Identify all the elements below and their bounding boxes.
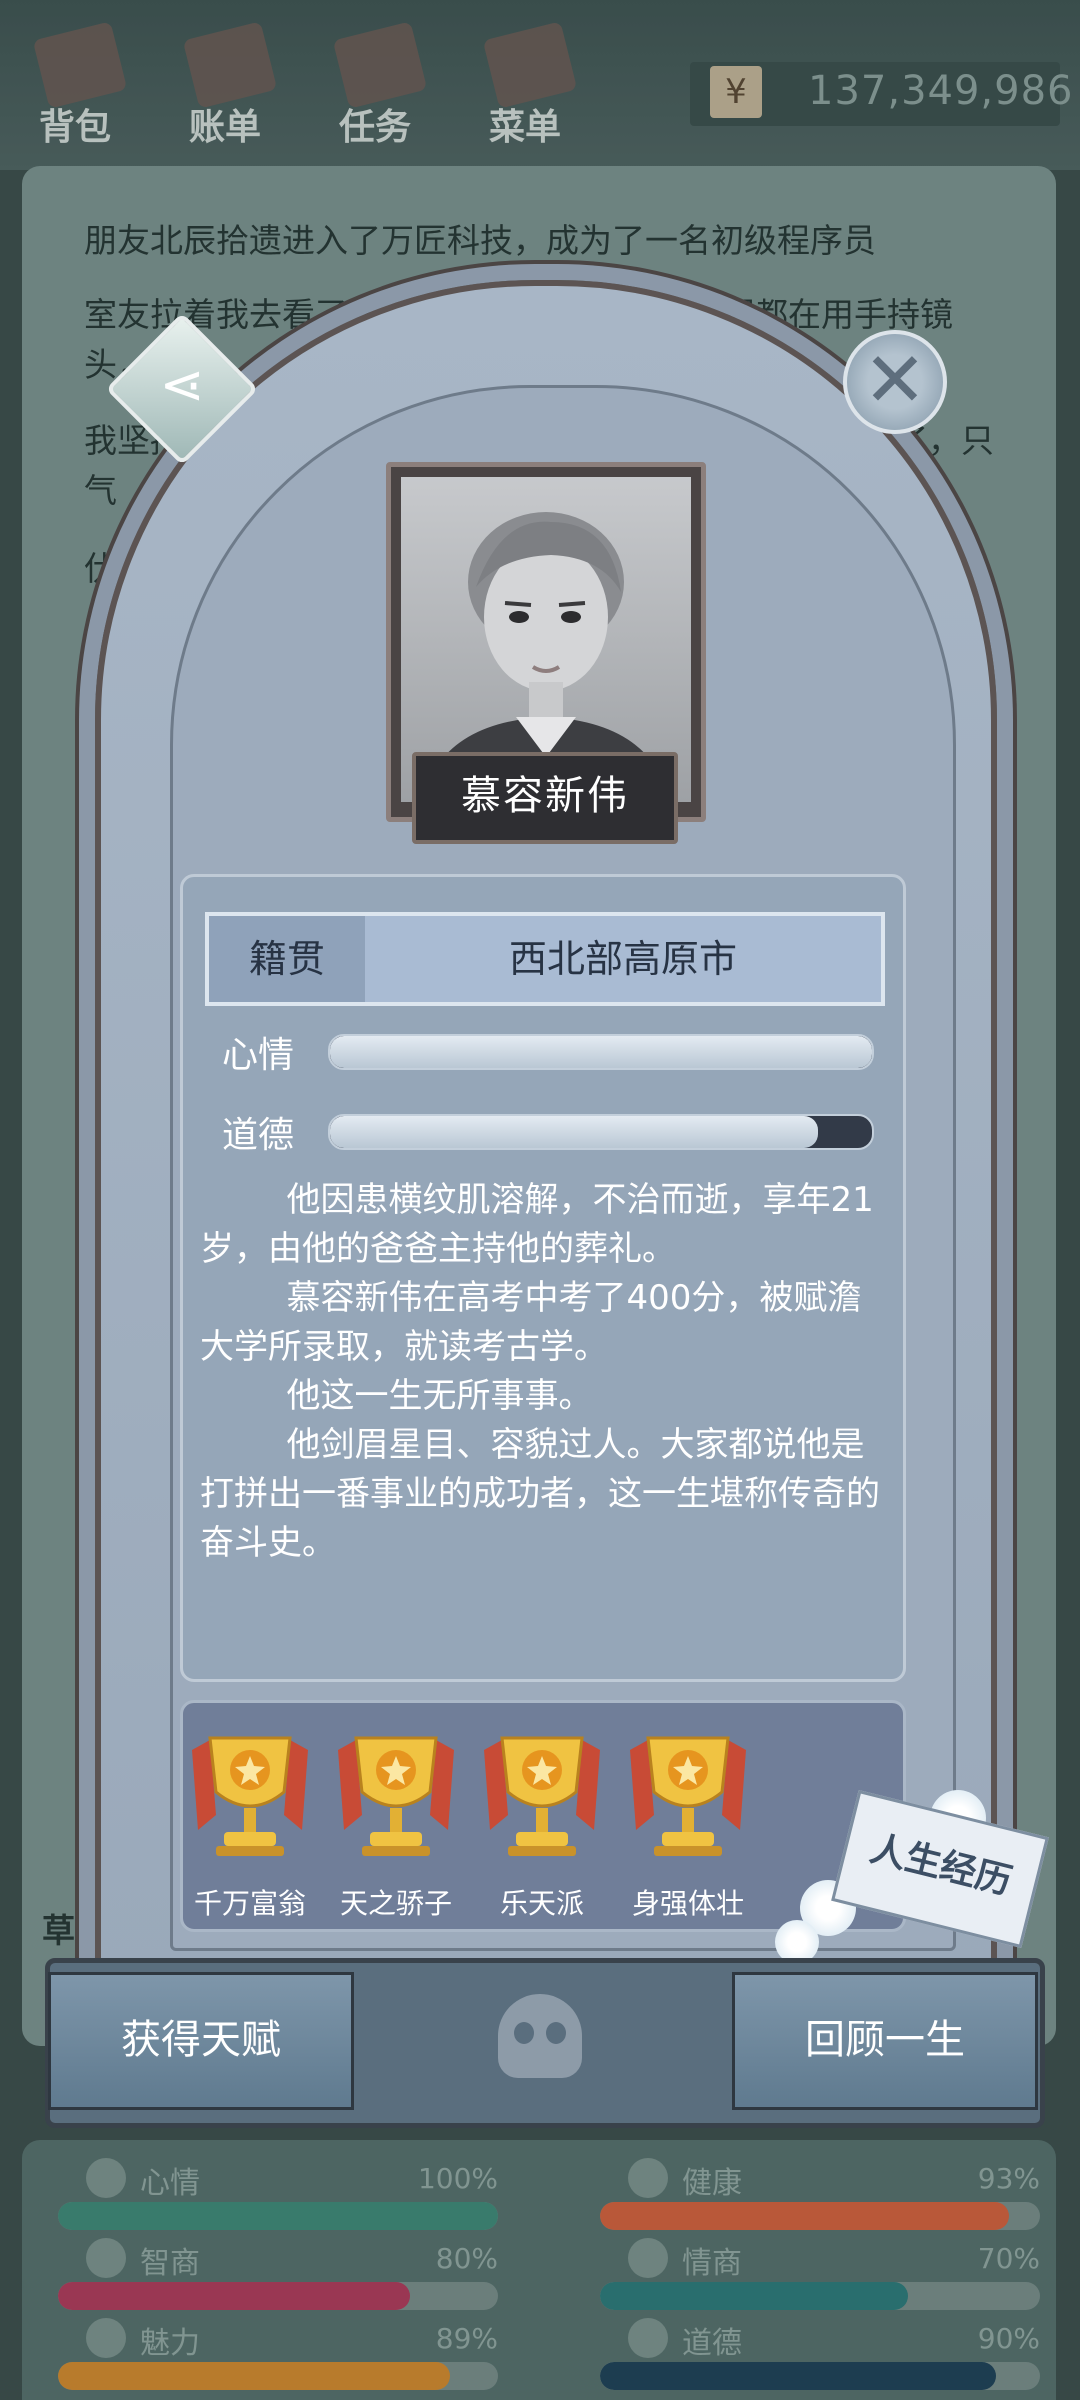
meter-fill [330, 1116, 818, 1148]
native-place-value: 西北部高原市 [508, 937, 737, 981]
trophy-icon [630, 1736, 746, 1856]
trophy-icon [484, 1736, 600, 1856]
mood-label: 心情 [222, 1035, 295, 1076]
review-life-button[interactable]: 回顾一生 [732, 1972, 1038, 2110]
morality-label: 道德 [222, 1115, 295, 1156]
achievement-item[interactable]: 身强体壮 [618, 1720, 758, 1920]
achievement-item[interactable]: 千万富翁 [180, 1720, 320, 1920]
epitaph-text: 他因患横纹肌溶解，不治而逝，享年21岁，由他的爸爸主持他的葬礼。 慕容新伟在高考… [200, 1180, 880, 1563]
character-name: 慕容新伟 [412, 752, 678, 844]
achievement-label: 天之骄子 [339, 1887, 452, 1920]
achievement-label: 千万富翁 [193, 1887, 306, 1920]
trophy-icon [338, 1736, 454, 1856]
morality-bar [328, 1114, 874, 1150]
achievement-label: 乐天派 [499, 1887, 584, 1920]
native-place-label: 籍贯 [209, 916, 365, 1002]
achievement-item[interactable]: 天之骄子 [326, 1720, 466, 1920]
skull-icon [498, 1994, 582, 2078]
share-icon: ⋖ [159, 353, 205, 416]
achievement-label: 身强体壮 [631, 1887, 744, 1920]
native-place-row: 籍贯 西北部高原市 [205, 912, 885, 1006]
get-talent-button[interactable]: 获得天赋 [48, 1972, 354, 2110]
trophy-icon [192, 1736, 308, 1856]
achievement-item[interactable]: 乐天派 [472, 1720, 612, 1920]
meter-fill [330, 1036, 872, 1068]
mood-bar [328, 1034, 874, 1070]
close-button[interactable]: ✕ [843, 330, 947, 434]
